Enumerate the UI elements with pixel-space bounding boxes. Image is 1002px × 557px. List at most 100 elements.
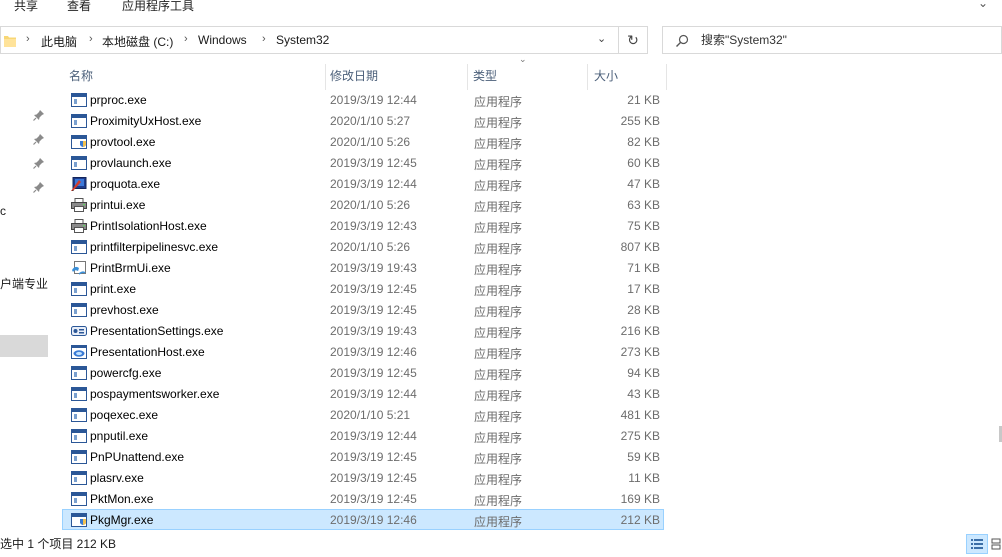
file-row[interactable]: print.exe 2019/3/19 12:45 应用程序 17 KB (62, 278, 664, 299)
file-name: ProximityUxHost.exe (90, 114, 202, 128)
exe-shield-icon (71, 513, 87, 527)
exe-shield-icon (71, 135, 87, 149)
file-type: 应用程序 (474, 368, 523, 382)
exe-window-icon (71, 492, 87, 506)
breadcrumb-separator-icon[interactable]: › (184, 33, 188, 45)
file-size: 71 KB (627, 261, 660, 275)
file-row[interactable]: PresentationHost.exe 2019/3/19 12:46 应用程序 2… (62, 341, 664, 362)
file-row[interactable]: provlaunch.exe 2019/3/19 12:45 应用程序 60 KB (62, 152, 664, 173)
nav-item-label[interactable]: 户端专业 (0, 275, 48, 292)
large-icons-view-button[interactable] (990, 534, 1002, 554)
column-divider[interactable] (325, 64, 326, 90)
pin-icon[interactable] (33, 109, 45, 121)
file-date-modified: 2019/3/19 12:46 (330, 345, 417, 359)
search-icon (676, 34, 689, 47)
file-size: 807 KB (620, 240, 660, 254)
file-name: pnputil.exe (90, 429, 149, 443)
file-type: 应用程序 (474, 284, 523, 298)
file-name: proquota.exe (90, 177, 161, 191)
breadcrumb-separator-icon[interactable]: › (262, 33, 266, 45)
ribbon-expand-chevron-icon[interactable]: ⌄ (978, 0, 988, 10)
file-date-modified: 2019/3/19 19:43 (330, 261, 417, 275)
column-header-size[interactable]: 大小 (594, 62, 618, 90)
printer-icon (71, 219, 87, 233)
column-divider[interactable] (587, 64, 588, 90)
file-type: 应用程序 (474, 347, 523, 361)
file-size: 63 KB (627, 198, 660, 212)
breadcrumb-this-pc[interactable]: 此电脑 (41, 33, 77, 50)
file-row[interactable]: prproc.exe 2019/3/19 12:44 应用程序 21 KB (62, 89, 664, 110)
sort-indicator-icon: ⌄ (519, 54, 527, 64)
column-header-date[interactable]: 修改日期 (330, 62, 378, 90)
file-row[interactable]: pospaymentsworker.exe 2019/3/19 12:44 应用程序… (62, 383, 664, 404)
file-row[interactable]: poqexec.exe 2020/1/10 5:21 应用程序 481 KB (62, 404, 664, 425)
file-row[interactable]: PresentationSettings.exe 2019/3/19 19:43 应… (62, 320, 664, 341)
exe-window-icon (71, 240, 87, 254)
column-header-name[interactable]: 名称 (69, 62, 93, 90)
file-type: 应用程序 (474, 158, 523, 172)
file-name: printui.exe (90, 198, 146, 212)
breadcrumb-separator-icon[interactable]: › (89, 33, 93, 45)
file-size: 255 KB (620, 114, 660, 128)
breadcrumb-separator-icon: › (26, 33, 30, 45)
file-row[interactable]: PrintBrmUi.exe 2019/3/19 19:43 应用程序 71 KB (62, 257, 664, 278)
file-name: printfilterpipelinesvc.exe (90, 240, 219, 254)
pin-icon[interactable] (33, 181, 45, 193)
column-divider[interactable] (666, 64, 667, 90)
search-box[interactable] (662, 26, 1002, 54)
column-header-type[interactable]: 类型 (473, 62, 497, 90)
tab-share[interactable]: 共享 (14, 0, 38, 14)
file-type: 应用程序 (474, 179, 523, 193)
search-input[interactable] (701, 32, 991, 48)
breadcrumb-windows[interactable]: Windows (198, 33, 247, 47)
address-row: › 此电脑 › 本地磁盘 (C:) › Windows › System32 ⌄… (0, 26, 1002, 54)
file-date-modified: 2020/1/10 5:21 (330, 408, 411, 422)
address-history-dropdown-icon[interactable]: ⌄ (597, 32, 606, 45)
nav-item-selected[interactable] (0, 335, 48, 357)
file-date-modified: 2019/3/19 12:45 (330, 282, 417, 296)
file-size: 47 KB (627, 177, 660, 191)
file-row[interactable]: printui.exe 2020/1/10 5:26 应用程序 63 KB (62, 194, 664, 215)
address-bar[interactable]: › 此电脑 › 本地磁盘 (C:) › Windows › System32 ⌄ (0, 26, 620, 54)
file-row[interactable]: plasrv.exe 2019/3/19 12:45 应用程序 11 KB (62, 467, 664, 488)
file-row[interactable]: provtool.exe 2020/1/10 5:26 应用程序 82 KB (62, 131, 664, 152)
file-row[interactable]: ProximityUxHost.exe 2020/1/10 5:27 应用程序 255… (62, 110, 664, 131)
file-row[interactable]: proquota.exe 2019/3/19 12:44 应用程序 47 KB (62, 173, 664, 194)
file-name: provlaunch.exe (90, 156, 172, 170)
details-view-button[interactable] (966, 534, 988, 554)
file-type: 应用程序 (474, 221, 523, 235)
file-name: PktMon.exe (90, 492, 154, 506)
refresh-icon: ↻ (627, 32, 639, 48)
nav-item-label[interactable]: c (0, 204, 6, 218)
file-type: 应用程序 (474, 137, 523, 151)
refresh-button[interactable]: ↻ (618, 26, 648, 54)
file-size: 212 KB (620, 513, 660, 527)
file-date-modified: 2020/1/10 5:26 (330, 198, 411, 212)
file-row[interactable]: pnputil.exe 2019/3/19 12:44 应用程序 275 KB (62, 425, 664, 446)
exe-window-icon (71, 303, 87, 317)
breadcrumb-local-disk[interactable]: 本地磁盘 (C:) (102, 33, 173, 50)
file-date-modified: 2019/3/19 12:44 (330, 93, 417, 107)
file-row[interactable]: powercfg.exe 2019/3/19 12:45 应用程序 94 KB (62, 362, 664, 383)
file-row[interactable]: PktMon.exe 2019/3/19 12:45 应用程序 169 KB (62, 488, 664, 509)
tab-view[interactable]: 查看 (67, 0, 91, 14)
breadcrumb-system32[interactable]: System32 (276, 33, 329, 47)
column-divider[interactable] (467, 64, 468, 90)
tab-application-tools[interactable]: 应用程序工具 (122, 0, 194, 14)
file-row[interactable]: PnPUnattend.exe 2019/3/19 12:45 应用程序 59 KB (62, 446, 664, 467)
file-row[interactable]: PrintIsolationHost.exe 2019/3/19 12:43 应用程… (62, 215, 664, 236)
pin-icon[interactable] (33, 133, 45, 145)
file-type: 应用程序 (474, 452, 523, 466)
pin-icon[interactable] (33, 157, 45, 169)
file-type: 应用程序 (474, 431, 523, 445)
printbrm-icon (71, 261, 87, 275)
status-bar: 选中 1 个项目 212 KB (0, 534, 1002, 554)
file-date-modified: 2020/1/10 5:27 (330, 114, 411, 128)
vertical-scrollbar[interactable] (996, 62, 1002, 532)
file-type: 应用程序 (474, 200, 523, 214)
file-type: 应用程序 (474, 305, 523, 319)
file-row[interactable]: printfilterpipelinesvc.exe 2020/1/10 5:26… (62, 236, 664, 257)
file-name: provtool.exe (90, 135, 156, 149)
file-row[interactable]: prevhost.exe 2019/3/19 12:45 应用程序 28 KB (62, 299, 664, 320)
file-row[interactable]: PkgMgr.exe 2019/3/19 12:46 应用程序 212 KB (62, 509, 664, 530)
